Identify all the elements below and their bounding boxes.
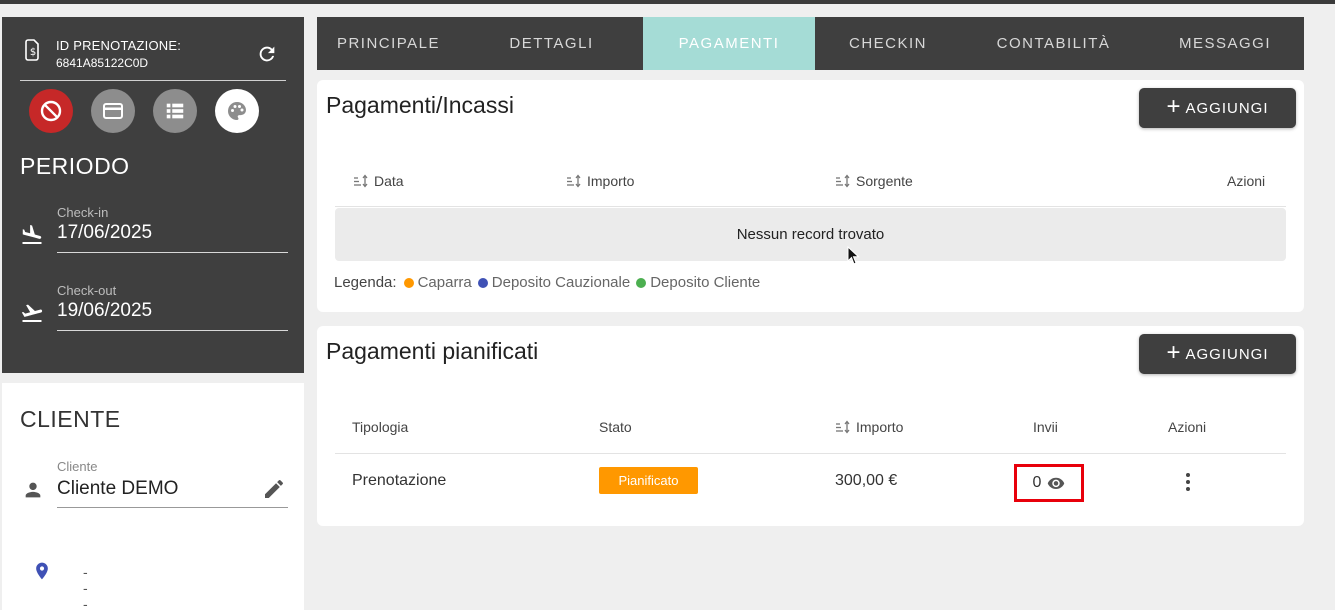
planned-payments-card: Pagamenti pianificati + AGGIUNGI Tipolog… [317, 326, 1304, 526]
list-icon [166, 103, 184, 119]
payment-card-button[interactable] [91, 89, 135, 133]
payments-card: Pagamenti/Incassi + AGGIUNGI Data Import… [317, 80, 1304, 312]
add-payment-button[interactable]: + AGGIUNGI [1139, 88, 1296, 128]
sort-icon [354, 174, 368, 188]
invii-count-button[interactable]: 0 [1014, 464, 1084, 502]
flight-takeoff-icon [21, 304, 43, 322]
legend-item-caparra: Caparra [403, 274, 472, 291]
client-panel: CLIENTE Cliente Cliente DEMO --- [2, 383, 304, 610]
checkin-label: Check-in [57, 205, 109, 220]
checkout-underline [57, 330, 288, 331]
mouse-cursor-icon [847, 246, 860, 265]
legend-dot [403, 277, 414, 288]
person-icon [25, 482, 41, 498]
client-underline [57, 507, 288, 508]
sort-icon [836, 420, 850, 434]
client-value: Cliente DEMO [57, 478, 179, 499]
legend-dot [636, 277, 647, 288]
window-top-bar [0, 0, 1335, 4]
column-invii: Invii [1033, 419, 1058, 435]
more-vert-icon[interactable] [1181, 471, 1195, 493]
pencil-icon[interactable] [262, 477, 286, 501]
color-palette-button[interactable] [215, 89, 259, 133]
column-importo-planned-label: Importo [856, 419, 904, 435]
sort-icon [836, 174, 850, 188]
column-sorgente-label: Sorgente [856, 173, 913, 189]
add-payment-label: AGGIUNGI [1185, 99, 1269, 117]
column-tipologia: Tipologia [352, 419, 409, 435]
empty-row-message: Nessun record trovato [335, 208, 1286, 261]
refresh-icon[interactable] [256, 43, 278, 65]
sort-icon [567, 174, 581, 188]
legend-item-deposito-cliente: Deposito Cliente [636, 274, 760, 291]
legend-label: Deposito Cauzionale [491, 274, 631, 291]
plus-icon: + [1166, 93, 1182, 120]
eye-icon [1048, 477, 1065, 489]
checkin-value: 17/06/2025 [57, 222, 153, 243]
client-field[interactable]: Cliente Cliente DEMO [20, 459, 288, 509]
tab-dettagli[interactable]: DETTAGLI [460, 17, 643, 70]
column-importo-label: Importo [587, 173, 635, 189]
column-azioni: Azioni [1227, 173, 1266, 189]
tab-messaggi[interactable]: MESSAGGI [1146, 17, 1304, 70]
location-value: --- [83, 564, 88, 610]
checkin-underline [57, 252, 288, 253]
list-view-button[interactable] [153, 89, 197, 133]
column-importo-planned[interactable]: Importo [835, 419, 903, 435]
column-stato: Stato [599, 419, 632, 435]
svg-text:$: $ [30, 47, 36, 58]
invii-count: 0 [1032, 474, 1042, 491]
tab-pagamenti[interactable]: PAGAMENTI [643, 17, 815, 70]
status-badge: Pianificato [599, 467, 698, 494]
tab-bar: PRINCIPALE DETTAGLI PAGAMENTI CHECKIN CO… [317, 17, 1304, 70]
add-planned-payment-button[interactable]: + AGGIUNGI [1139, 334, 1296, 374]
checkout-label: Check-out [57, 283, 117, 298]
credit-card-icon [103, 103, 123, 119]
legend-label: Deposito Cliente [650, 274, 761, 291]
row-importo: 300,00 € [835, 472, 898, 489]
block-icon [40, 100, 62, 122]
column-azioni-planned: Azioni [1168, 419, 1207, 435]
column-importo[interactable]: Importo [566, 173, 634, 189]
booking-header: $ ID PRENOTAZIONE: 6841A85122C0D [20, 35, 286, 81]
legend-dot [477, 277, 488, 288]
legend-title: Legenda: [334, 274, 397, 291]
checkin-field[interactable]: Check-in 17/06/2025 [20, 205, 288, 255]
flight-land-icon [22, 225, 42, 244]
tab-contabilita[interactable]: CONTABILITÀ [961, 17, 1146, 70]
payments-title: Pagamenti/Incassi [326, 92, 514, 118]
booking-panel: $ ID PRENOTAZIONE: 6841A85122C0D PERIODO… [2, 17, 304, 373]
legend: Legenda: Caparra Deposito Cauzionale Dep… [334, 274, 766, 291]
cancel-booking-button[interactable] [29, 89, 73, 133]
client-label: Cliente [57, 459, 98, 474]
booking-id-value: 6841A85122C0D [56, 56, 149, 70]
row-tipologia: Prenotazione [352, 472, 447, 489]
period-title: PERIODO [20, 153, 130, 179]
tab-checkin[interactable]: CHECKIN [815, 17, 961, 70]
checkout-field[interactable]: Check-out 19/06/2025 [20, 283, 288, 333]
column-data-label: Data [374, 173, 404, 189]
legend-label: Caparra [417, 274, 472, 291]
client-title: CLIENTE [20, 406, 121, 432]
planned-title: Pagamenti pianificati [326, 338, 539, 364]
document-dollar-icon: $ [25, 39, 39, 61]
column-data[interactable]: Data [353, 173, 404, 189]
column-sorgente[interactable]: Sorgente [835, 173, 913, 189]
plus-icon: + [1166, 339, 1182, 366]
add-planned-label: AGGIUNGI [1185, 345, 1269, 363]
location-pin-icon [36, 562, 48, 580]
header-divider [335, 453, 1286, 454]
palette-icon [228, 102, 246, 120]
header-divider [335, 206, 1286, 207]
booking-id-label: ID PRENOTAZIONE: [56, 38, 182, 53]
legend-item-deposito-cauzionale: Deposito Cauzionale [477, 274, 631, 291]
tab-principale[interactable]: PRINCIPALE [317, 17, 460, 70]
checkout-value: 19/06/2025 [57, 300, 153, 321]
